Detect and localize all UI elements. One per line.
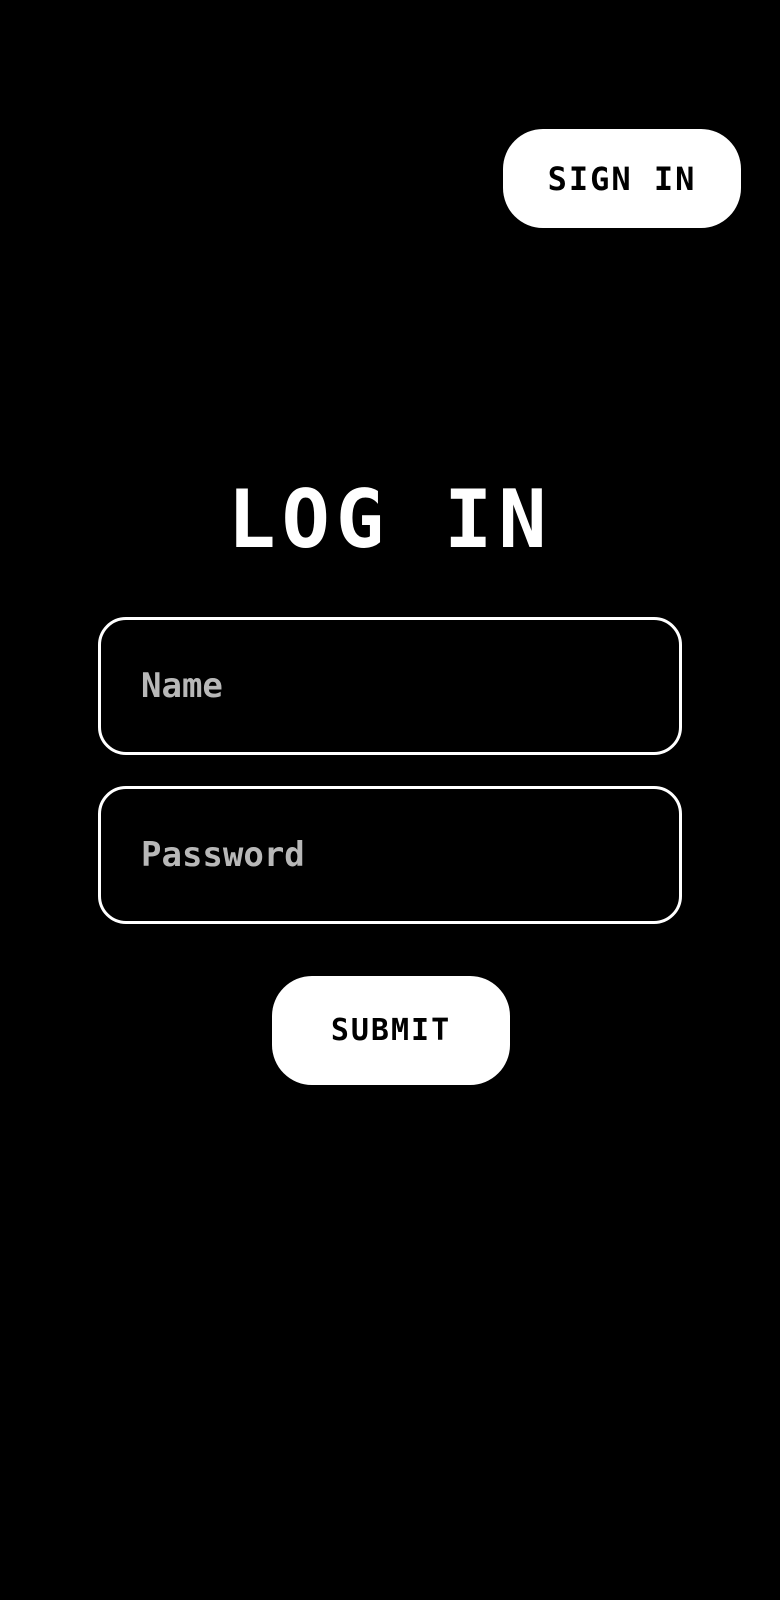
submit-button[interactable]: SUBMIT (272, 976, 510, 1085)
page-title: LOG IN (227, 473, 553, 566)
sign-in-button[interactable]: SIGN IN (503, 129, 741, 228)
password-field (98, 786, 682, 924)
name-input[interactable] (101, 620, 679, 752)
password-input[interactable] (101, 789, 679, 921)
name-field (98, 617, 682, 755)
